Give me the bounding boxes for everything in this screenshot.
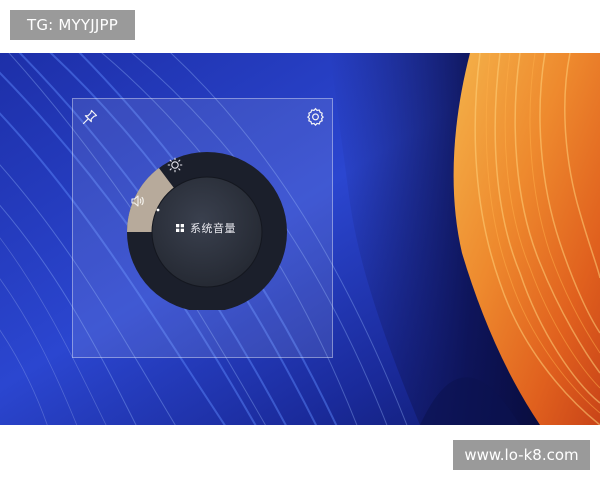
pin-icon[interactable] [81,108,99,126]
watermark-top-left: TG: MYYJJPP [10,10,135,40]
center-label-text: 系统音量 [190,222,236,235]
speaker-icon[interactable] [130,193,146,209]
grid-icon [176,224,184,232]
gear-icon[interactable] [306,107,325,126]
center-label: 系统音量 [151,218,261,238]
sun-icon[interactable] [167,157,183,173]
watermark-bottom-right: www.lo-k8.com [453,440,590,470]
